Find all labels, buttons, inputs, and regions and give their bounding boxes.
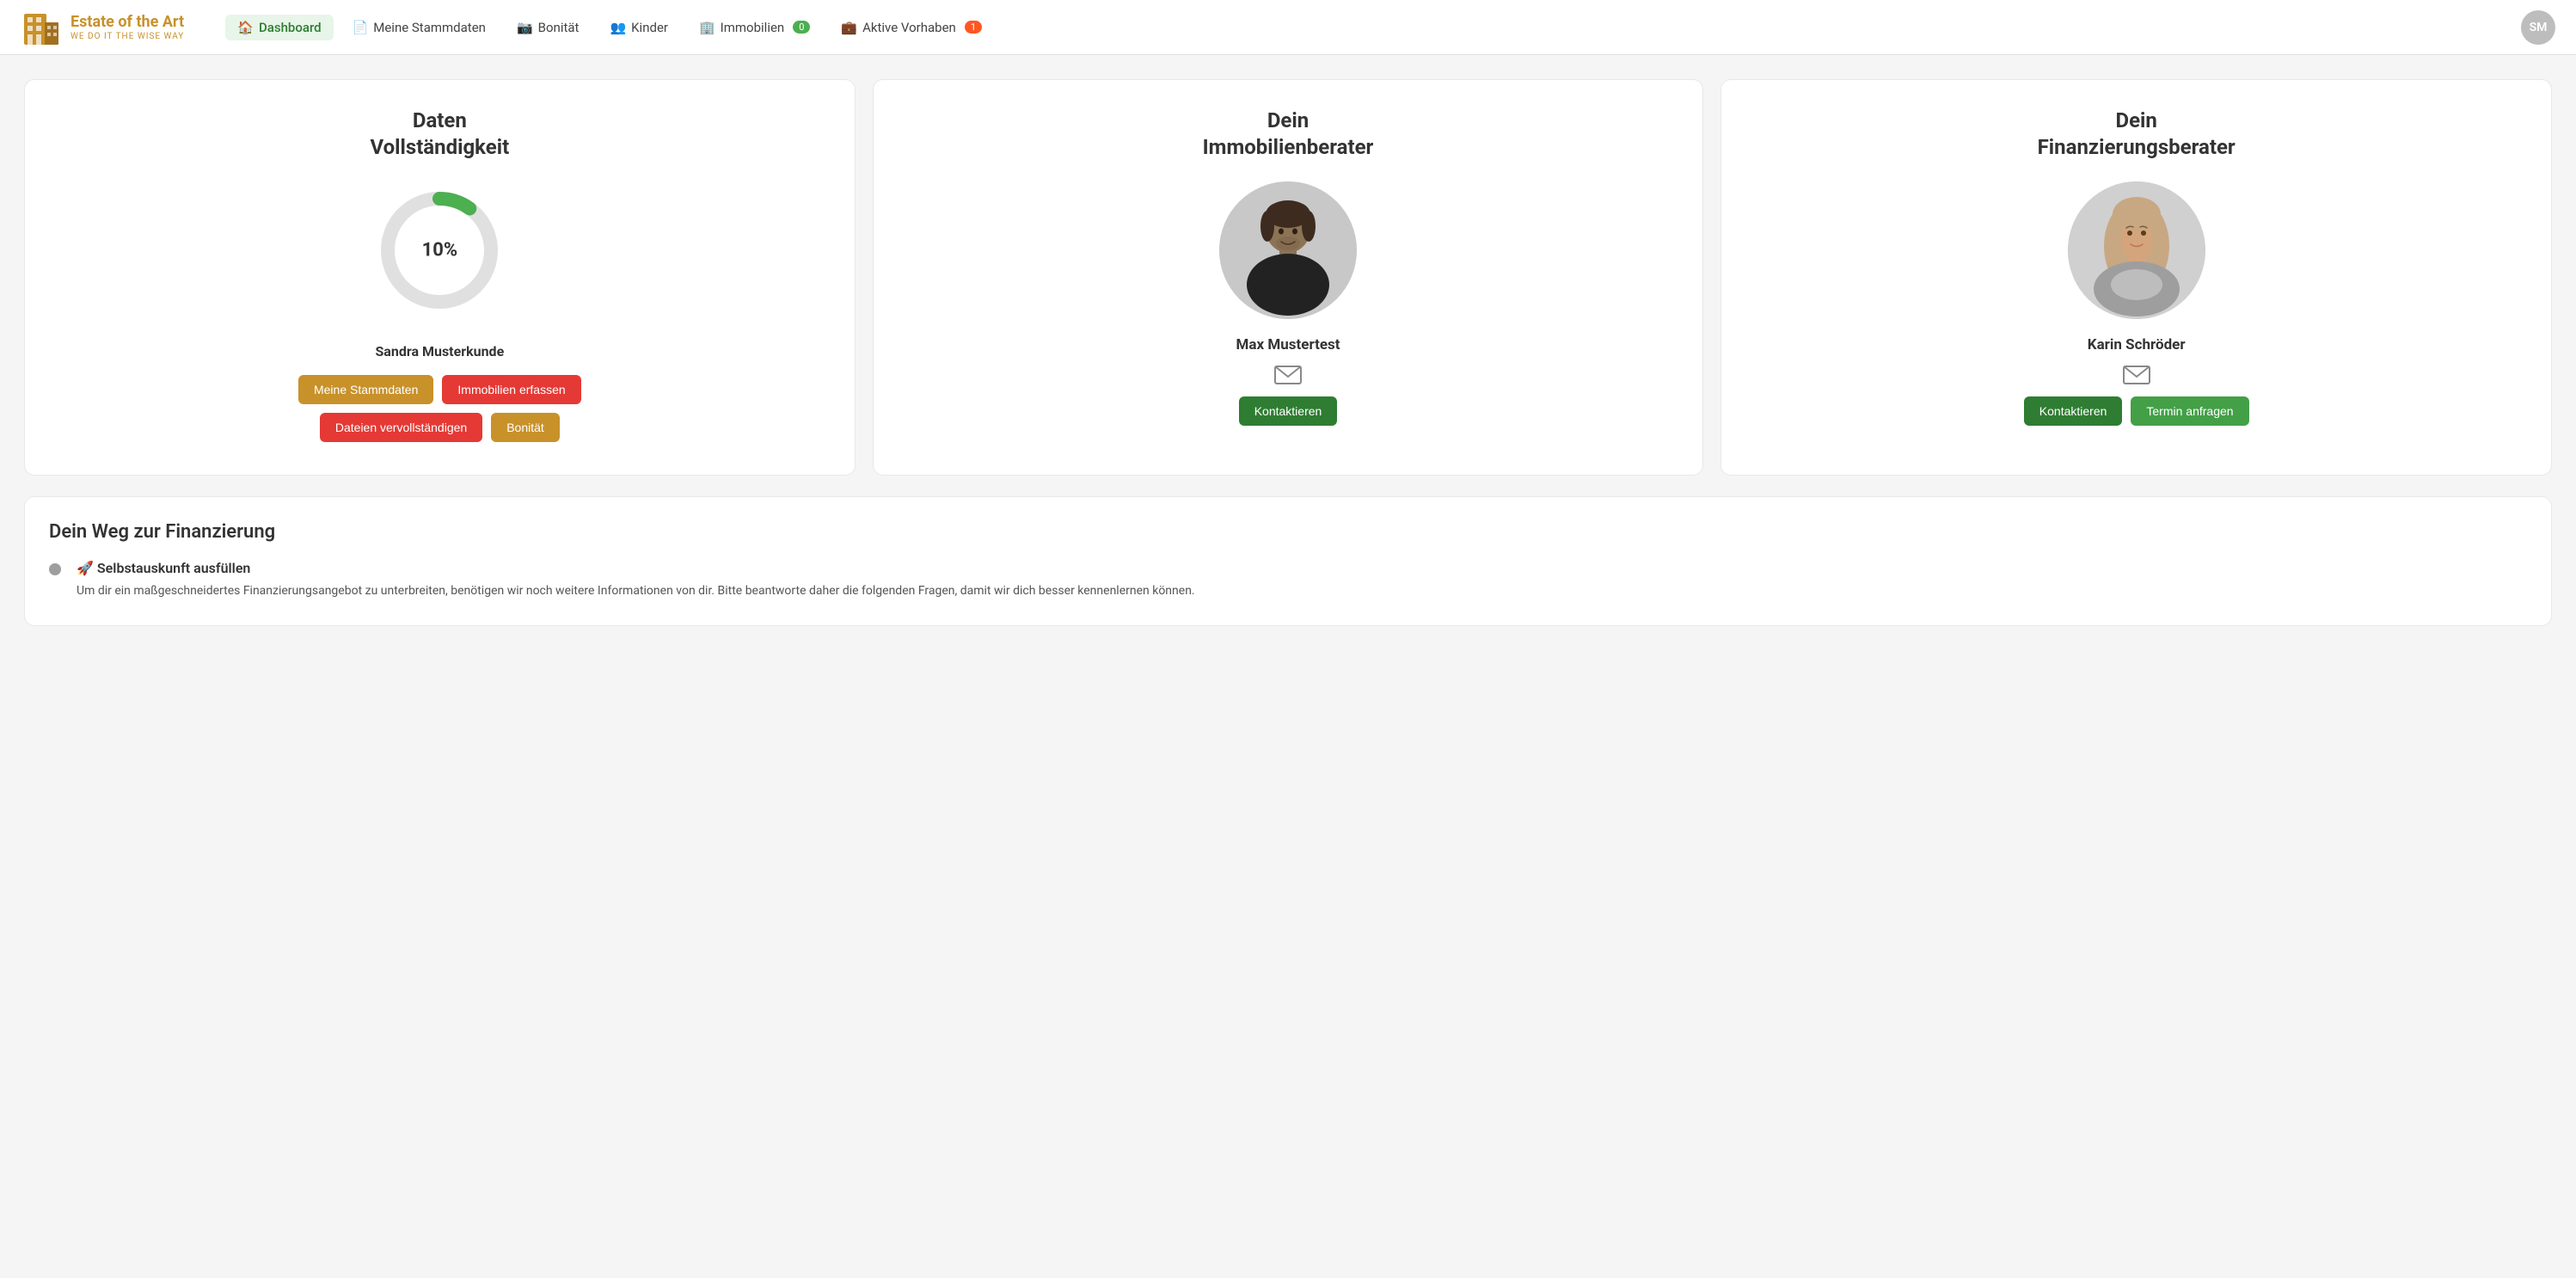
timeline-dot-0 xyxy=(49,563,61,575)
immobilien-kontaktieren-button[interactable]: Kontaktieren xyxy=(1239,396,1338,426)
finanzierungs-advisor-btns: Kontaktieren Termin anfragen xyxy=(2024,396,2249,426)
timeline-item-desc-0: Um dir ein maßgeschneidertes Finanzierun… xyxy=(77,581,1195,600)
nav-label-vorhaben: Aktive Vorhaben xyxy=(862,20,956,35)
immobilien-advisor-photo xyxy=(1219,181,1357,319)
immobilien-advisor-title: DeinImmobilienberater xyxy=(1203,108,1374,161)
donut-label: 10% xyxy=(422,240,458,261)
nav-label-immobilien: Immobilien xyxy=(721,20,785,35)
finanzierungs-advisor-name: Karin Schröder xyxy=(2088,336,2186,353)
mail-icon-immobilien[interactable] xyxy=(1274,366,1302,384)
timeline-item-title-0: 🚀 Selbstauskunft ausfüllen xyxy=(77,560,1195,576)
nav-item-kinder[interactable]: 👥 Kinder xyxy=(598,15,680,40)
nav-label-kinder: Kinder xyxy=(631,20,668,35)
donut-chart: 10% xyxy=(371,181,508,319)
cards-row: DatenVollständigkeit 10% Sandra Musterku… xyxy=(24,79,2552,476)
finanzierungs-kontaktieren-button[interactable]: Kontaktieren xyxy=(2024,396,2123,426)
camera-icon: 📷 xyxy=(517,20,533,35)
briefcase-icon: 💼 xyxy=(841,20,857,35)
bonitaet-button[interactable]: Bonität xyxy=(491,413,560,442)
nav-item-stammdaten[interactable]: 📄 Meine Stammdaten xyxy=(340,15,498,40)
nav-item-vorhaben[interactable]: 💼 Aktive Vorhaben 1 xyxy=(829,15,994,40)
nav-label-bonitaet: Bonität xyxy=(538,20,580,35)
timeline-content-0: 🚀 Selbstauskunft ausfüllen Um dir ein ma… xyxy=(77,560,1195,600)
mail-icon-finanzierung[interactable] xyxy=(2123,366,2150,384)
immobilien-badge: 0 xyxy=(793,21,810,34)
vorhaben-badge: 1 xyxy=(965,21,982,34)
logo-icon xyxy=(21,7,62,48)
data-completeness-title: DatenVollständigkeit xyxy=(370,108,509,161)
finanzierungs-advisor-card: DeinFinanzierungsberater xyxy=(1720,79,2552,476)
nav-item-dashboard[interactable]: 🏠 Dashboard xyxy=(225,15,333,40)
dateien-vervollstaendigen-button[interactable]: Dateien vervollständigen xyxy=(320,413,482,442)
brand-subtitle: WE DO IT THE WISE WAY xyxy=(71,32,184,41)
home-icon: 🏠 xyxy=(237,20,254,35)
action-buttons-row1: Meine Stammdaten Immobilien erfassen xyxy=(298,375,581,404)
nav-item-immobilien[interactable]: 🏢 Immobilien 0 xyxy=(687,15,822,40)
navbar: Estate of the Art WE DO IT THE WISE WAY … xyxy=(0,0,2576,55)
action-buttons-row2: Dateien vervollständigen Bonität xyxy=(320,413,560,442)
immobilien-advisor-card: DeinImmobilienberater xyxy=(873,79,1704,476)
timeline-item-0: 🚀 Selbstauskunft ausfüllen Um dir ein ma… xyxy=(49,560,2527,600)
data-completeness-card: DatenVollständigkeit 10% Sandra Musterku… xyxy=(24,79,856,476)
stammdaten-button[interactable]: Meine Stammdaten xyxy=(298,375,433,404)
immobilien-advisor-name: Max Mustertest xyxy=(1236,336,1340,353)
main-content: DatenVollständigkeit 10% Sandra Musterku… xyxy=(0,55,2576,626)
nav-links: 🏠 Dashboard 📄 Meine Stammdaten 📷 Bonität… xyxy=(225,15,2493,40)
finanzierungs-advisor-photo xyxy=(2068,181,2205,319)
user-avatar[interactable]: SM xyxy=(2521,10,2555,45)
finanzierung-title: Dein Weg zur Finanzierung xyxy=(49,521,2527,543)
people-icon: 👥 xyxy=(610,20,626,35)
nav-label-stammdaten: Meine Stammdaten xyxy=(373,20,486,35)
immobilien-advisor-btns: Kontaktieren xyxy=(1239,396,1338,426)
rocket-icon: 🚀 xyxy=(77,560,94,576)
female-advisor-svg xyxy=(2068,181,2205,319)
nav-item-bonitaet[interactable]: 📷 Bonität xyxy=(505,15,592,40)
logo-text: Estate of the Art WE DO IT THE WISE WAY xyxy=(71,13,184,41)
finanzierungs-advisor-title: DeinFinanzierungsberater xyxy=(2038,108,2236,161)
brand-title: Estate of the Art xyxy=(71,13,184,32)
finanzierung-section: Dein Weg zur Finanzierung 🚀 Selbstauskun… xyxy=(24,496,2552,625)
nav-label-dashboard: Dashboard xyxy=(259,20,322,35)
immobilien-erfassen-button[interactable]: Immobilien erfassen xyxy=(442,375,580,404)
person-name: Sandra Musterkunde xyxy=(375,343,504,359)
document-icon: 📄 xyxy=(353,20,369,35)
termin-anfragen-button[interactable]: Termin anfragen xyxy=(2131,396,2248,426)
male-advisor-svg xyxy=(1219,181,1357,319)
logo: Estate of the Art WE DO IT THE WISE WAY xyxy=(21,7,184,48)
building-icon: 🏢 xyxy=(699,20,715,35)
